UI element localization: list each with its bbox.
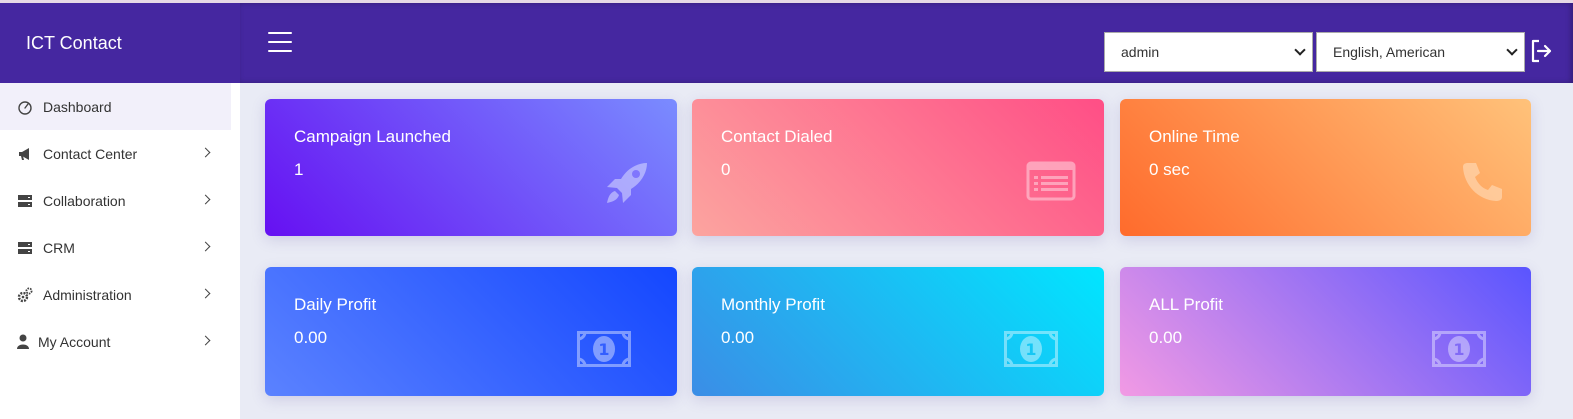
- sidebar-item-contact-center[interactable]: Contact Center: [0, 130, 231, 177]
- sidebar-item-label: My Account: [38, 333, 111, 350]
- card-all-profit: ALL Profit 0.00 1: [1120, 267, 1531, 396]
- chevron-right-icon: [200, 288, 211, 299]
- card-value: 0 sec: [1149, 160, 1190, 179]
- sidebar-item-label: Collaboration: [43, 192, 126, 209]
- card-value: 0: [721, 160, 731, 179]
- app-brand[interactable]: ICT Contact: [0, 3, 240, 83]
- chevron-right-icon: [200, 147, 211, 158]
- hamburger-menu-icon[interactable]: [268, 32, 292, 52]
- server-icon: [16, 239, 34, 257]
- sidebar-item-administration[interactable]: Administration: [0, 271, 231, 318]
- sidebar-item-label: Contact Center: [43, 145, 138, 162]
- card-title: Contact Dialed: [721, 127, 833, 146]
- app-title: ICT Contact: [26, 32, 122, 53]
- money-bill-icon: 1: [1432, 331, 1486, 367]
- sidebar-item-dashboard[interactable]: Dashboard: [0, 83, 231, 130]
- language-select[interactable]: English, American: [1316, 32, 1525, 72]
- svg-text:1: 1: [598, 340, 609, 359]
- card-value: 0.00: [1149, 328, 1183, 347]
- chevron-down-icon: [1506, 44, 1518, 56]
- language-select-value: English, American: [1333, 44, 1446, 60]
- card-monthly-profit: Monthly Profit 0.00 1: [692, 267, 1104, 396]
- gauge-icon: [16, 98, 34, 116]
- card-online-time: Online Time 0 sec: [1120, 99, 1531, 236]
- card-title: Monthly Profit: [721, 295, 825, 314]
- card-value: 1: [294, 160, 304, 179]
- user-select-value: admin: [1121, 44, 1160, 60]
- phone-icon: [1463, 163, 1502, 201]
- card-value: 0.00: [721, 328, 755, 347]
- server-icon: [16, 192, 34, 210]
- cogs-icon: [16, 286, 34, 304]
- sidebar: Dashboard Contact Center Collaboration C…: [0, 83, 240, 419]
- money-bill-icon: 1: [1004, 331, 1058, 367]
- user-icon: [16, 333, 29, 351]
- card-daily-profit: Daily Profit 0.00 1: [265, 267, 677, 396]
- card-title: ALL Profit: [1149, 295, 1224, 314]
- top-header: admin English, American: [240, 3, 1573, 83]
- sidebar-item-label: Administration: [43, 286, 132, 303]
- sidebar-item-collaboration[interactable]: Collaboration: [0, 177, 231, 224]
- chevron-right-icon: [200, 194, 211, 205]
- card-campaign-launched: Campaign Launched 1: [265, 99, 677, 236]
- megaphone-icon: [16, 145, 34, 163]
- chevron-right-icon: [200, 335, 211, 346]
- svg-text:1: 1: [1453, 340, 1464, 359]
- rocket-icon: [607, 163, 647, 203]
- sidebar-item-label: Dashboard: [43, 98, 112, 115]
- sidebar-item-my-account[interactable]: My Account: [0, 318, 231, 365]
- card-value: 0.00: [294, 328, 328, 347]
- money-bill-icon: 1: [577, 331, 631, 367]
- user-select[interactable]: admin: [1104, 32, 1313, 72]
- card-title: Online Time: [1149, 127, 1240, 146]
- sidebar-item-label: CRM: [43, 239, 75, 256]
- card-title: Campaign Launched: [294, 127, 451, 146]
- svg-text:1: 1: [1025, 340, 1036, 359]
- list-card-icon: [1026, 161, 1076, 201]
- chevron-down-icon: [1294, 44, 1306, 56]
- chevron-right-icon: [200, 241, 211, 252]
- logout-icon[interactable]: [1530, 38, 1552, 64]
- card-contact-dialed: Contact Dialed 0: [692, 99, 1104, 236]
- card-title: Daily Profit: [294, 295, 377, 314]
- sidebar-item-crm[interactable]: CRM: [0, 224, 231, 271]
